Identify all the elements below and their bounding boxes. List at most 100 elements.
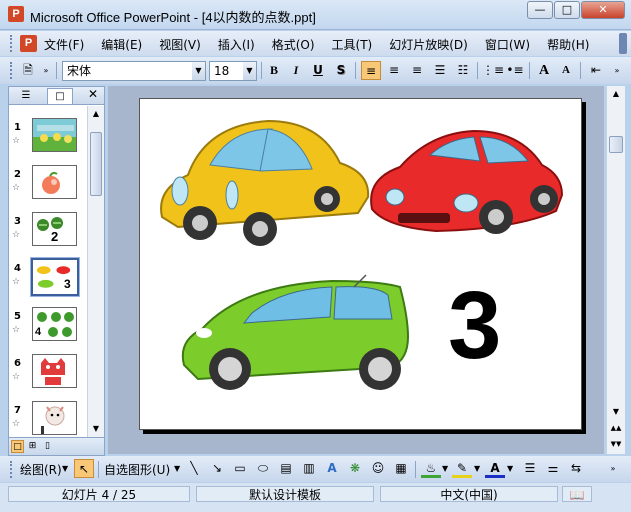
pane-tabs: ☰ □ ✕	[9, 87, 104, 105]
decrease-indent-icon[interactable]: ⇤	[586, 61, 606, 80]
slide-thumbnail[interactable]: 5 ☆ 4	[9, 307, 87, 351]
slideshow-view-icon[interactable]: ▯	[41, 440, 54, 453]
toolbar-separator	[580, 62, 581, 79]
chevron-down-icon[interactable]: ▼	[243, 62, 256, 80]
toolbar-overflow-icon[interactable]: »	[40, 61, 52, 80]
current-slide[interactable]: 3	[139, 98, 582, 430]
slide-position-status: 幻灯片 4 / 25	[8, 486, 190, 502]
align-center-icon[interactable]: ≡	[384, 61, 404, 80]
slide-scrollbar[interactable]: ▲ ▼ ▲▲ ▼▼	[606, 86, 625, 454]
scrollbar-thumb[interactable]	[609, 136, 623, 153]
slide-thumbnail[interactable]: 7 ☆	[9, 401, 87, 437]
menu-insert[interactable]: 插入(I)	[218, 36, 255, 53]
close-pane-icon[interactable]: ✕	[88, 87, 98, 101]
toolbar-grip-icon[interactable]	[10, 461, 14, 478]
menu-slideshow[interactable]: 幻灯片放映(D)	[389, 36, 468, 53]
clip-art-icon[interactable]: ☺	[368, 459, 388, 478]
textbox-tool-icon[interactable]: ▤	[276, 459, 296, 478]
slide-thumbnail-image	[32, 354, 77, 388]
shrink-font-button[interactable]: A	[556, 61, 576, 80]
spellcheck-status-icon[interactable]: 📖	[562, 486, 592, 502]
align-left-icon[interactable]: ≡	[361, 61, 381, 80]
slide-number: 4	[14, 263, 21, 274]
numbered-list-icon[interactable]: ⋮≡	[482, 61, 504, 80]
distributed-align-icon[interactable]: ☰	[430, 61, 450, 80]
line-style-icon[interactable]: ☰	[520, 459, 540, 478]
toolbar-overflow-icon[interactable]: »	[606, 459, 620, 478]
document-menu-icon[interactable]: P	[20, 35, 37, 52]
bullet-list-icon[interactable]: •≡	[505, 61, 525, 80]
vertical-textbox-icon[interactable]: ▥	[299, 459, 319, 478]
diagram-icon[interactable]: ❋	[345, 459, 365, 478]
scroll-down-icon[interactable]: ▼	[607, 404, 625, 420]
toolbar-overflow-icon[interactable]: »	[610, 61, 624, 80]
animation-star-icon: ☆	[12, 136, 21, 146]
slide-number: 7	[14, 405, 21, 416]
chevron-down-icon[interactable]: ▼	[62, 464, 68, 473]
chevron-down-icon[interactable]: ▼	[507, 464, 513, 473]
thumbnails-scrollbar[interactable]: ▲ ▼	[87, 106, 104, 437]
slide-number-text[interactable]: 3	[448, 271, 501, 381]
slide-thumbnail[interactable]: 2 ☆	[9, 165, 87, 209]
chevron-down-icon[interactable]: ▼	[474, 464, 480, 473]
normal-view-icon[interactable]: □	[11, 440, 24, 453]
chevron-down-icon[interactable]: ▼	[192, 62, 205, 80]
menu-edit[interactable]: 编辑(E)	[101, 36, 142, 53]
slide-number: 3	[14, 216, 21, 227]
menu-window[interactable]: 窗口(W)	[485, 36, 530, 53]
autoshapes-menu-button[interactable]: 自选图形(U)	[104, 461, 170, 478]
rectangle-tool-icon[interactable]: ▭	[230, 459, 250, 478]
bold-button[interactable]: B	[264, 61, 284, 80]
toolbar-grip-icon[interactable]	[10, 62, 14, 79]
next-slide-icon[interactable]: ▼▼	[607, 436, 625, 452]
insert-picture-icon[interactable]: ▦	[391, 459, 411, 478]
align-right-icon[interactable]: ≡	[407, 61, 427, 80]
line-color-icon[interactable]: ✎	[452, 459, 472, 478]
powerpoint-app-icon[interactable]: P	[8, 6, 24, 22]
font-color-icon[interactable]: A	[485, 459, 505, 478]
slide-thumbnail-selected[interactable]: 4 ☆ 3	[9, 257, 87, 303]
column-text-icon[interactable]: ☷	[453, 61, 473, 80]
previous-slide-icon[interactable]: ▲▲	[607, 420, 625, 436]
fill-color-icon[interactable]: ♨	[421, 459, 441, 478]
line-tool-icon[interactable]: ╲	[184, 459, 204, 478]
slide-thumbnail-image: 2	[32, 212, 77, 246]
arrow-tool-icon[interactable]: ↘	[207, 459, 227, 478]
font-size-select[interactable]: 18 ▼	[209, 61, 257, 81]
slide-thumbnail[interactable]: 1 ☆	[9, 118, 87, 162]
menu-view[interactable]: 视图(V)	[159, 36, 201, 53]
menu-tools[interactable]: 工具(T)	[332, 36, 373, 53]
slides-pane: ☰ □ ✕ 1 ☆ 2 ☆ 3 ☆ 2 4 ☆ 3 5 ☆ 4 6 ☆ 7 ☆ …	[8, 86, 105, 456]
dash-style-icon[interactable]: ⚌	[543, 459, 563, 478]
slide-thumbnail[interactable]: 3 ☆ 2	[9, 212, 87, 256]
select-objects-icon[interactable]: ↖	[74, 459, 94, 478]
menu-format[interactable]: 格式(O)	[272, 36, 315, 53]
italic-button[interactable]: I	[286, 61, 306, 80]
menu-file[interactable]: 文件(F)	[44, 36, 84, 53]
oval-tool-icon[interactable]: ⬭	[253, 459, 273, 478]
minimize-button[interactable]: —	[527, 1, 553, 19]
font-name-select[interactable]: 宋体 ▼	[62, 61, 206, 81]
scroll-up-icon[interactable]: ▲	[607, 86, 625, 102]
slides-tab-icon[interactable]: □	[47, 88, 73, 104]
close-button[interactable]: ✕	[581, 1, 625, 19]
shadow-button[interactable]: S	[331, 61, 351, 80]
slide-thumbnail[interactable]: 6 ☆	[9, 354, 87, 398]
chevron-down-icon[interactable]: ▼	[174, 464, 180, 473]
underline-button[interactable]: U	[308, 61, 328, 80]
maximize-button[interactable]: □	[554, 1, 580, 19]
menu-help[interactable]: 帮助(H)	[547, 36, 589, 53]
draw-menu-button[interactable]: 绘图(R)	[20, 461, 62, 478]
grow-font-button[interactable]: A	[534, 61, 554, 80]
scrollbar-thumb[interactable]	[90, 132, 102, 196]
scroll-up-icon[interactable]: ▲	[88, 106, 104, 122]
menubar-options-icon[interactable]	[619, 33, 627, 54]
new-document-icon[interactable]: 🗎	[18, 61, 38, 80]
arrow-style-icon[interactable]: ⇆	[566, 459, 586, 478]
toolbar-grip-icon[interactable]	[10, 35, 14, 52]
slide-sorter-view-icon[interactable]: ⊞	[26, 440, 39, 453]
chevron-down-icon[interactable]: ▼	[442, 464, 448, 473]
wordart-icon[interactable]: A	[322, 459, 342, 478]
outline-tab-icon[interactable]: ☰	[13, 88, 39, 104]
scroll-down-icon[interactable]: ▼	[88, 421, 104, 437]
